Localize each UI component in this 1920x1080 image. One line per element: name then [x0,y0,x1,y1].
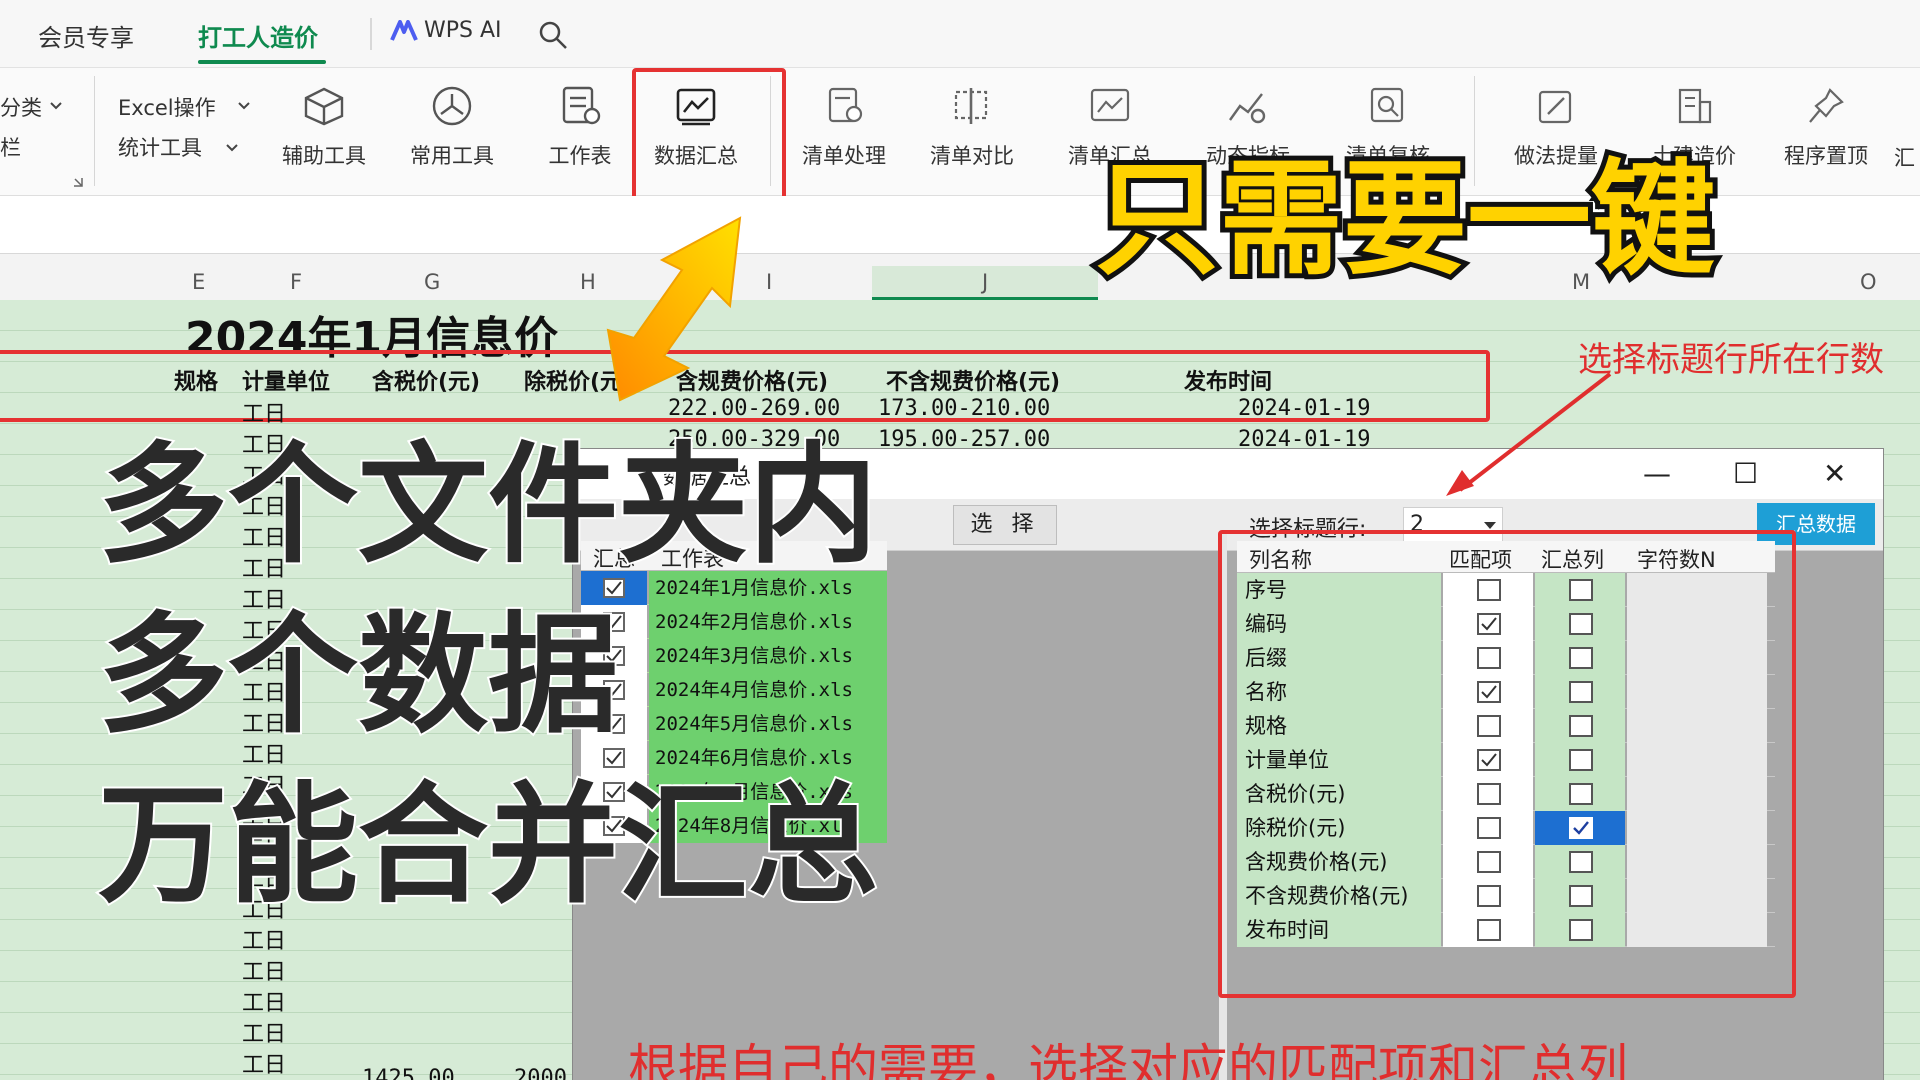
file-name: 2024年4月信息价.xls [649,673,887,707]
worksheet-label: 工作表 [548,144,612,168]
chevron-down-icon [50,102,62,110]
list-process-label: 清单处理 [802,144,886,168]
cell-bottom-value: 2000 [514,1066,567,1080]
tab-active[interactable]: 打工人造价 [198,18,318,53]
screen: 会员专享 打工人造价 WPS AI 分类 栏 Excel操作 统计工具 辅助工具… [0,0,1920,1080]
wps-ai-button[interactable]: WPS AI [390,18,502,43]
file-name: 2024年5月信息价.xls [649,707,887,741]
building-icon [1678,88,1712,124]
dynamic-index-icon [1229,93,1266,124]
common-tools-label: 常用工具 [410,144,494,168]
divider [370,18,372,50]
maximize-icon[interactable]: ☐ [1733,457,1758,490]
cell-unit: 工日 [242,1022,287,1047]
cell-price-nofee: 173.00-210.00 [878,396,1051,421]
col-i[interactable]: I [766,270,772,294]
chevron-down-icon [238,102,250,110]
edit-icon [1538,90,1572,124]
pin-icon [1809,88,1844,123]
col-g[interactable]: G [424,270,440,294]
pin-top-label: 程序置顶 [1784,144,1868,168]
aux-tools-button[interactable]: 辅助工具 [264,86,384,170]
common-tools-button[interactable]: 常用工具 [392,86,512,170]
col-f[interactable]: F [290,270,302,294]
wps-ai-logo-icon [390,20,418,41]
chevron-down-icon [226,144,238,152]
cell-bottom-value: 1425.00 [362,1066,455,1080]
cell-unit: 工日 [242,960,287,985]
headline-text: 只需要一键 [1090,148,1720,292]
file-name: 2024年3月信息价.xls [649,639,887,673]
chevron-down-icon [1484,522,1496,529]
top-tab-bar: 会员专享 打工人造价 WPS AI [0,0,1920,68]
list-compare-button[interactable]: 清单对比 [912,86,1032,170]
review-icon [1370,87,1404,123]
note-select-columns: 根据自己的需要，选择对应的匹配项和汇总列 [628,1039,1628,1080]
caption-line-3: 万能合并汇总 [96,769,880,921]
aux-tools-label: 辅助工具 [282,144,366,168]
file-row[interactable]: 2024年4月信息价.xls [581,673,887,707]
note-header-row: 选择标题行所在行数 [1578,340,1884,380]
file-name: 2024年2月信息价.xls [649,605,887,639]
close-icon[interactable]: ✕ [1823,457,1846,490]
compare-icon [954,88,988,124]
highlight-box-column-table [1218,530,1796,998]
worksheet-button[interactable]: 工作表 [520,86,640,170]
caption-line-1: 多个文件夹内 [96,429,880,581]
col-e[interactable]: E [192,270,205,294]
highlight-box-data-summary [632,68,786,210]
col-j[interactable]: J [982,270,988,294]
yellow-arrow-icon [606,216,742,402]
stats-tools-menu[interactable]: 统计工具 [118,132,202,162]
list-compare-label: 清单对比 [930,144,1014,168]
cell-unit: 工日 [242,1053,287,1078]
wps-ai-label: WPS AI [424,18,502,43]
tab-member[interactable]: 会员专享 [38,18,134,53]
red-arrow-icon [1446,372,1612,496]
file-row[interactable]: 2024年2月信息价.xls [581,605,887,639]
caption-line-2: 多个数据 [96,599,620,751]
ribbon-column[interactable]: 栏 [0,132,21,162]
cell-unit: 工日 [242,929,287,954]
expand-corner-icon[interactable] [72,176,84,188]
list-process-icon [828,87,863,123]
chart-icon [1090,88,1130,122]
cell-unit: 工日 [242,991,287,1016]
excel-ops-menu[interactable]: Excel操作 [118,92,216,122]
cell-date: 2024-01-19 [1238,396,1371,421]
worksheet-icon [562,86,601,125]
search-icon[interactable] [538,20,568,50]
cube-icon [304,87,344,126]
hub-icon [432,86,472,126]
checkbox-icon [603,578,625,598]
list-process-button[interactable]: 清单处理 [784,86,904,170]
file-row[interactable]: 2024年5月信息价.xls [581,707,887,741]
col-o[interactable]: O [1860,270,1877,294]
minimize-icon[interactable]: — [1643,457,1671,490]
file-row[interactable]: 2024年3月信息价.xls [581,639,887,673]
ribbon-overflow-item[interactable]: 汇 [1894,142,1915,172]
divider [94,76,95,186]
select-folder-button[interactable]: 选 择 [953,505,1057,545]
active-tab-indicator [198,60,326,64]
pin-top-button[interactable]: 程序置顶 [1766,86,1886,170]
ribbon-classify[interactable]: 分类 [0,92,42,122]
cell-unit: 工日 [242,402,287,427]
checkbox-icon [603,748,625,768]
